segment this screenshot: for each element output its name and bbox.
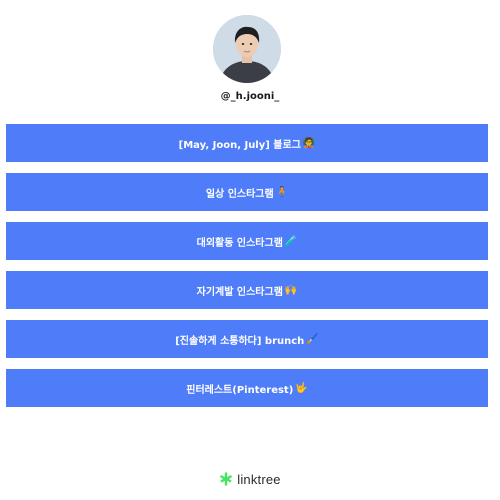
link-button-daily-instagram[interactable]: 일상 인스타그램 🧍 xyxy=(6,173,488,211)
linktree-footer[interactable]: linktree xyxy=(0,470,500,488)
link-button-blog[interactable]: [May, Joon, July] 블로그 🧑‍🏫 xyxy=(6,124,488,162)
link-button-label: 일상 인스타그램 xyxy=(205,188,274,200)
link-button-activity-instagram[interactable]: 대외활동 인스타그램 🧪 xyxy=(6,222,488,260)
teacher-emoji-icon: 🧑‍🏫 xyxy=(302,137,316,149)
link-button-label: 자기계발 인스타그램 xyxy=(196,286,283,298)
link-button-label: 대외활동 인스타그램 xyxy=(196,237,283,249)
link-button-label: [May, Joon, July] 블로그 xyxy=(178,139,301,151)
link-list: [May, Joon, July] 블로그 🧑‍🏫 일상 인스타그램 🧍 대외활… xyxy=(6,124,488,418)
profile-username: @_h.jooni_ xyxy=(220,91,280,102)
person-emoji-icon: 🧍 xyxy=(275,186,289,198)
test-tube-emoji-icon: 🧪 xyxy=(284,235,298,247)
link-button-selfdev-instagram[interactable]: 자기계발 인스타그램 🙌 xyxy=(6,271,488,309)
link-button-label: [진솔하게 소통하다] brunch xyxy=(175,335,305,347)
link-button-brunch[interactable]: [진솔하게 소통하다] brunch 🖌️ xyxy=(6,320,488,358)
link-button-pinterest[interactable]: 핀터레스트(Pinterest) 🤟 xyxy=(6,369,488,407)
link-button-label: 핀터레스트(Pinterest) xyxy=(186,384,294,396)
linktree-logo-icon xyxy=(220,472,233,486)
paintbrush-emoji-icon: 🖌️ xyxy=(306,333,319,345)
profile-avatar xyxy=(213,15,281,83)
raised-hands-emoji-icon: 🙌 xyxy=(284,284,298,296)
hand-emoji-icon: 🤟 xyxy=(295,382,308,394)
linktree-brand: linktree xyxy=(237,471,281,487)
